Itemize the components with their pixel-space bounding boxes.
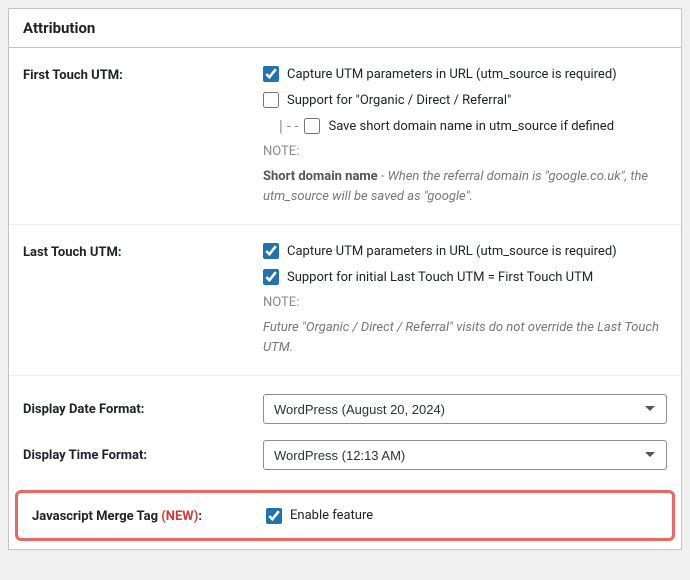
panel-header: Attribution [9, 9, 681, 48]
first-touch-support-label: Support for "Organic / Direct / Referral… [287, 93, 511, 108]
first-touch-capture-checkbox[interactable] [263, 66, 279, 82]
date-format-label: Display Date Format: [23, 402, 263, 417]
last-touch-note-label: NOTE: [263, 295, 667, 310]
first-touch-section: First Touch UTM: Capture UTM parameters … [9, 48, 681, 225]
first-touch-note-bold: Short domain name [263, 169, 378, 184]
js-merge-label-new: (NEW) [161, 509, 198, 524]
first-touch-content: Capture UTM parameters in URL (utm_sourc… [263, 66, 667, 206]
last-touch-content: Capture UTM parameters in URL (utm_sourc… [263, 243, 667, 357]
time-format-label: Display Time Format: [23, 448, 263, 463]
last-touch-support-row: Support for initial Last Touch UTM = Fir… [263, 269, 667, 285]
last-touch-capture-label: Capture UTM parameters in URL (utm_sourc… [287, 244, 617, 259]
date-format-select[interactable]: WordPress (August 20, 2024) [263, 394, 667, 424]
first-touch-save-short-checkbox[interactable] [304, 118, 320, 134]
tree-mark-icon: |-- [277, 119, 300, 134]
first-touch-save-short-row: |-- Save short domain name in utm_source… [277, 118, 667, 134]
last-touch-capture-row: Capture UTM parameters in URL (utm_sourc… [263, 243, 667, 259]
js-merge-enable-label: Enable feature [290, 508, 373, 523]
date-format-row: Display Date Format: WordPress (August 2… [9, 376, 681, 432]
panel-title: Attribution [23, 19, 667, 37]
js-merge-enable-row: Enable feature [266, 508, 658, 524]
first-touch-capture-label: Capture UTM parameters in URL (utm_sourc… [287, 67, 617, 82]
attribution-panel: Attribution First Touch UTM: Capture UTM… [8, 8, 682, 550]
last-touch-label: Last Touch UTM: [23, 243, 263, 260]
first-touch-note-text: Short domain name - When the referral do… [263, 167, 667, 206]
first-touch-support-checkbox[interactable] [263, 92, 279, 108]
time-format-row: Display Time Format: WordPress (12:13 AM… [9, 432, 681, 484]
js-merge-enable-checkbox[interactable] [266, 508, 282, 524]
first-touch-support-row: Support for "Organic / Direct / Referral… [263, 92, 667, 108]
first-touch-capture-row: Capture UTM parameters in URL (utm_sourc… [263, 66, 667, 82]
last-touch-section: Last Touch UTM: Capture UTM parameters i… [9, 225, 681, 376]
js-merge-label: Javascript Merge Tag (NEW): [32, 507, 266, 524]
js-merge-label-post: : [198, 509, 202, 524]
first-touch-note-label: NOTE: [263, 144, 667, 159]
last-touch-support-checkbox[interactable] [263, 269, 279, 285]
first-touch-label: First Touch UTM: [23, 66, 263, 83]
js-merge-highlight: Javascript Merge Tag (NEW): Enable featu… [15, 490, 675, 541]
last-touch-note-text: Future "Organic / Direct / Referral" vis… [263, 318, 667, 357]
last-touch-capture-checkbox[interactable] [263, 243, 279, 259]
js-merge-label-pre: Javascript Merge Tag [32, 509, 161, 524]
first-touch-save-short-label: Save short domain name in utm_source if … [328, 119, 614, 134]
time-format-select[interactable]: WordPress (12:13 AM) [263, 440, 667, 470]
last-touch-support-label: Support for initial Last Touch UTM = Fir… [287, 270, 593, 285]
